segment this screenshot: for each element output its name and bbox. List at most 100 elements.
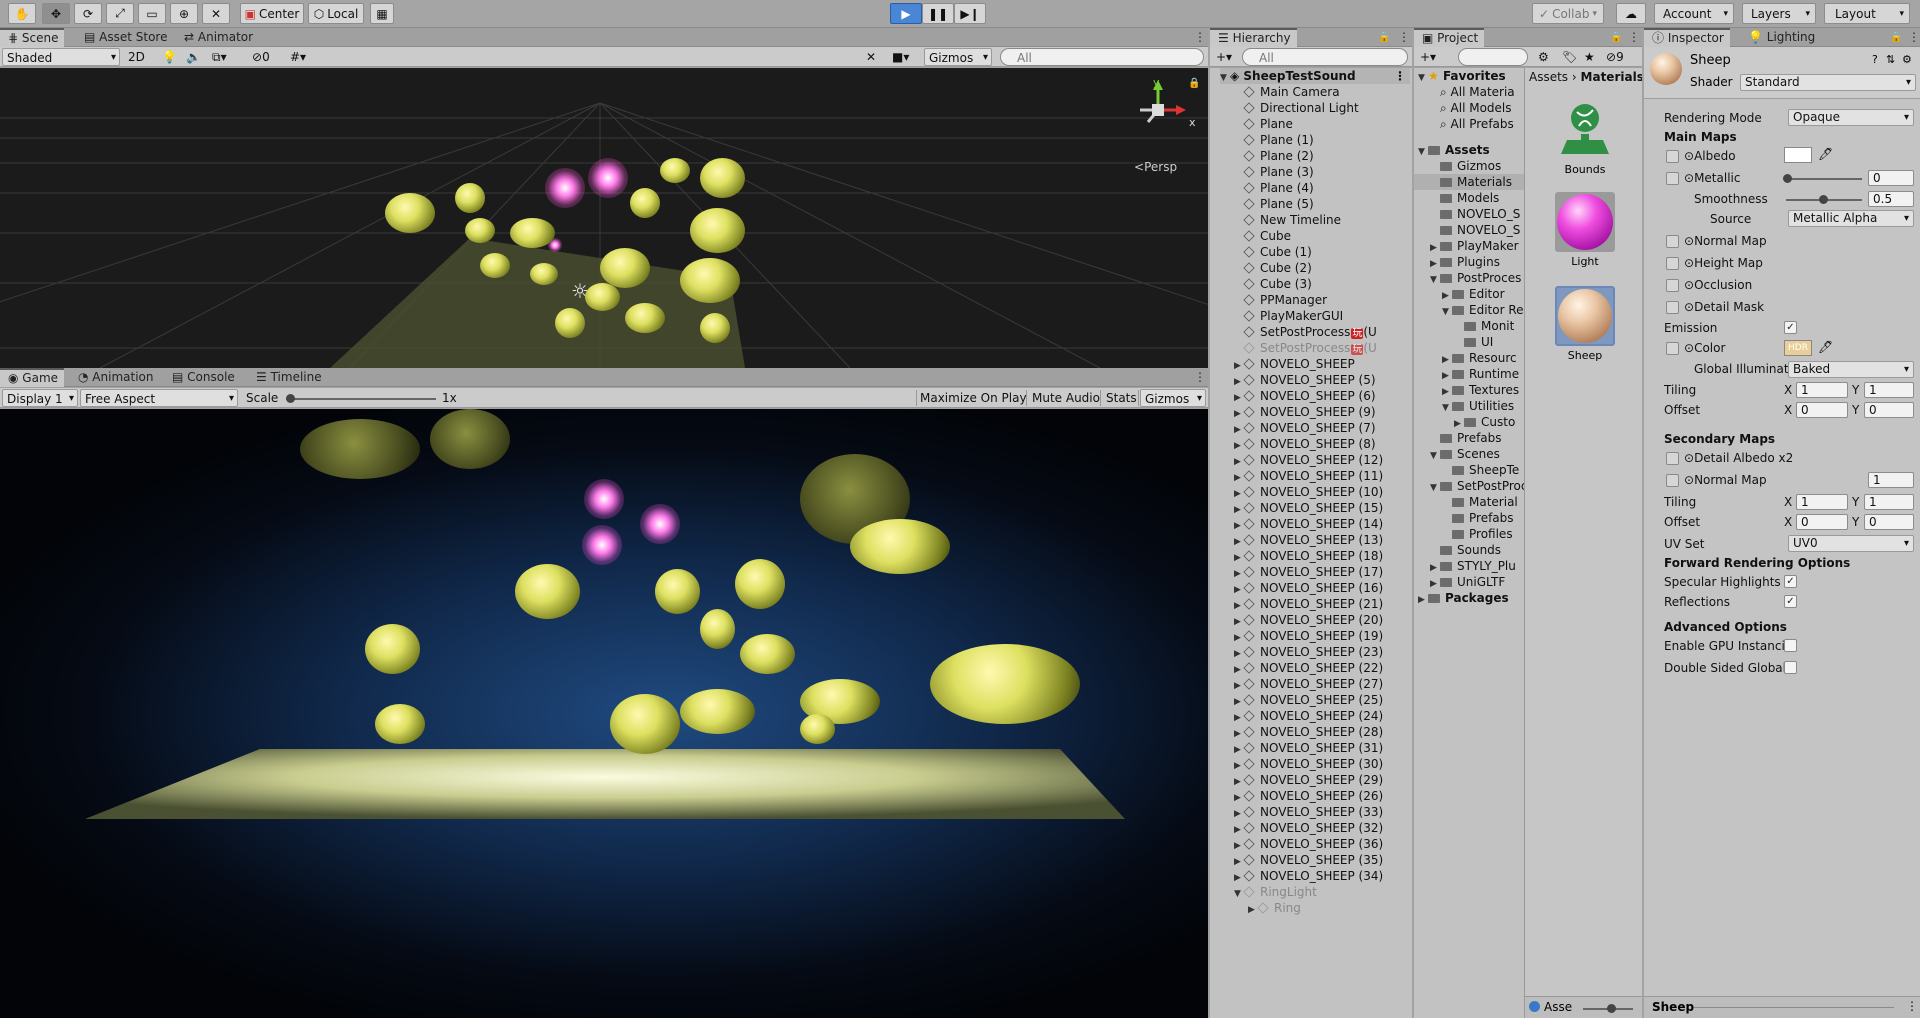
hierarchy-item[interactable]: ▶ Ring <box>1248 900 1301 916</box>
project-tree-item[interactable]: ⌕ All Models <box>1430 100 1524 116</box>
hierarchy-item[interactable]: ▶ NOVELO_SHEEP (34) <box>1234 868 1383 884</box>
tab-timeline[interactable]: ☰ Timeline <box>248 368 328 387</box>
source-dropdown[interactable]: Metallic Alpha <box>1788 210 1914 227</box>
project-tree-item[interactable]: ▶ Packages <box>1418 590 1524 606</box>
expand-down-icon[interactable]: ▼ <box>1430 272 1440 286</box>
hierarchy-item[interactable]: ▶ NOVELO_SHEEP (36) <box>1234 836 1383 852</box>
cloud-icon[interactable]: ☁ <box>1616 3 1646 24</box>
project-tree-item[interactable]: ⌕ All Prefabs <box>1430 116 1524 132</box>
project-tree-item[interactable]: ▶ Custo <box>1454 414 1524 430</box>
eyedropper-icon[interactable]: 🖊 <box>1818 147 1833 161</box>
hierarchy-item[interactable]: ▶ NOVELO_SHEEP (31) <box>1234 740 1383 756</box>
project-tree-item[interactable]: Profiles <box>1442 526 1524 542</box>
hierarchy-item[interactable]: ▶ NOVELO_SHEEP (24) <box>1234 708 1383 724</box>
toggle-2d-button[interactable]: 2D <box>128 48 148 66</box>
hierarchy-item[interactable]: ▶ NOVELO_SHEEP (5) <box>1234 372 1376 388</box>
hierarchy-item[interactable]: Plane (3) <box>1234 164 1314 180</box>
persp-toggle[interactable]: <Persp <box>1134 160 1177 174</box>
expand-right-icon[interactable]: ▶ <box>1442 384 1452 398</box>
hierarchy-item[interactable]: ▶ NOVELO_SHEEP (9) <box>1234 404 1376 420</box>
scene-menu-icon[interactable]: ⋮ <box>1186 28 1212 47</box>
albedo-label[interactable]: ⊙Albedo <box>1684 147 1736 165</box>
move-tool-icon[interactable]: ✥ <box>42 3 70 24</box>
tab-hierarchy[interactable]: ☰ Hierarchy <box>1210 28 1297 47</box>
play-button[interactable]: ▶ <box>890 3 922 24</box>
project-tree-item[interactable]: Models <box>1430 190 1524 206</box>
scene-viewport[interactable]: ☼ y x 🔒 <Persp <box>0 68 1208 368</box>
project-tree-item[interactable]: ▼ SetPostProc <box>1430 478 1524 494</box>
maximize-on-play-button[interactable]: Maximize On Play <box>920 389 1027 407</box>
albedo-color-swatch[interactable] <box>1784 147 1812 163</box>
tab-project[interactable]: ▣ Project <box>1414 28 1485 47</box>
tiling2-y-input[interactable]: 1 <box>1864 494 1914 510</box>
project-tree-item[interactable]: ▼ Assets <box>1418 142 1524 158</box>
project-tree-item[interactable]: ▶ Editor <box>1442 286 1524 302</box>
hierarchy-item[interactable]: Plane (4) <box>1234 180 1314 196</box>
inspector-preview-bar[interactable]: Sheep ⋮ <box>1644 996 1920 1018</box>
hierarchy-item[interactable]: Directional Light <box>1234 100 1359 116</box>
hierarchy-item[interactable]: Plane (1) <box>1234 132 1314 148</box>
expand-right-icon[interactable]: ▶ <box>1442 368 1452 382</box>
tiling-x-input[interactable]: 1 <box>1796 382 1848 398</box>
hierarchy-create-button[interactable]: +▾ <box>1216 48 1232 66</box>
hierarchy-item[interactable]: Cube <box>1234 228 1291 244</box>
hidden-objects-toggle[interactable]: ⊘0 <box>252 48 270 66</box>
preview-drag-handle[interactable] <box>1694 1007 1894 1008</box>
uv-set-dropdown[interactable]: UV0 <box>1788 535 1914 552</box>
gizmo-lock-icon[interactable]: 🔒 <box>1188 78 1200 89</box>
hierarchy-item[interactable]: ▶ NOVELO_SHEEP (17) <box>1234 564 1383 580</box>
tools-icon[interactable]: ✕ <box>866 48 876 66</box>
offset-x-input[interactable]: 0 <box>1796 402 1848 418</box>
project-tree-item[interactable]: Material <box>1442 494 1524 510</box>
detail-mask-label[interactable]: ⊙Detail Mask <box>1684 298 1764 316</box>
hierarchy-item[interactable]: ▶ NOVELO_SHEEP (18) <box>1234 548 1383 564</box>
account-dropdown[interactable]: Account ▾ <box>1654 3 1734 24</box>
scene-menu-icon[interactable]: ⋮ <box>1394 68 1406 84</box>
breadcrumb-assets[interactable]: Assets <box>1529 70 1568 84</box>
expand-down-icon[interactable]: ▼ <box>1234 886 1244 902</box>
scene-search-input[interactable]: All <box>1000 48 1204 66</box>
expand-right-icon[interactable]: ▶ <box>1418 592 1428 606</box>
hierarchy-item[interactable]: ▶ NOVELO_SHEEP (32) <box>1234 820 1383 836</box>
expand-right-icon[interactable]: ▶ <box>1430 560 1440 574</box>
game-gizmos-dropdown[interactable]: Gizmos <box>1140 389 1206 408</box>
pivot-center-button[interactable]: ▣ Center <box>240 3 304 24</box>
project-tree-item[interactable]: ▼ Editor Re <box>1442 302 1524 318</box>
hierarchy-item[interactable]: ▶ NOVELO_SHEEP <box>1234 356 1355 372</box>
mute-audio-button[interactable]: Mute Audio <box>1032 389 1100 407</box>
albedo-texture-slot[interactable] <box>1666 150 1679 163</box>
hierarchy-item[interactable]: Main Camera <box>1234 84 1340 100</box>
camera-dropdown-icon[interactable]: ■▾ <box>892 48 909 66</box>
expand-right-icon[interactable]: ▶ <box>1442 352 1452 366</box>
asset-light-material[interactable]: Light <box>1551 192 1619 282</box>
expand-right-icon[interactable]: ▶ <box>1454 416 1464 430</box>
hierarchy-item[interactable]: ▶ NOVELO_SHEEP (25) <box>1234 692 1383 708</box>
metallic-label[interactable]: ⊙Metallic <box>1684 169 1740 187</box>
offset-y-input[interactable]: 0 <box>1864 402 1914 418</box>
hierarchy-item[interactable]: PlayMakerGUI <box>1234 308 1343 324</box>
rotate-tool-icon[interactable]: ⟳ <box>74 3 102 24</box>
hierarchy-item[interactable]: ▶ NOVELO_SHEEP (13) <box>1234 532 1383 548</box>
height-map-label[interactable]: ⊙Height Map <box>1684 254 1763 272</box>
rendering-mode-dropdown[interactable]: Opaque <box>1788 109 1914 126</box>
hierarchy-item[interactable]: ▶ NOVELO_SHEEP (21) <box>1234 596 1383 612</box>
occlusion-slot[interactable] <box>1666 279 1679 292</box>
hidden-packages-toggle[interactable]: ⊘9 <box>1606 48 1624 66</box>
game-menu-icon[interactable]: ⋮ <box>1186 368 1212 387</box>
pivot-local-button[interactable]: ⬡ Local <box>308 3 364 24</box>
expand-down-icon[interactable]: ▼ <box>1442 304 1452 318</box>
detail-mask-slot[interactable] <box>1666 301 1679 314</box>
audio-toggle-icon[interactable]: 🔈 <box>186 48 201 66</box>
hierarchy-item[interactable]: ▶ NOVELO_SHEEP (12) <box>1234 452 1383 468</box>
asset-sheep-material[interactable]: Sheep <box>1551 286 1619 376</box>
preset-icon[interactable]: ⇅ <box>1886 53 1895 66</box>
hierarchy-item[interactable]: ▶ NOVELO_SHEEP (27) <box>1234 676 1383 692</box>
tab-lighting[interactable]: 💡 Lighting <box>1740 28 1821 47</box>
double-sided-gi-checkbox[interactable] <box>1784 661 1797 674</box>
project-tree-item[interactable]: Gizmos <box>1430 158 1524 174</box>
project-tree-item[interactable]: ▶ Plugins <box>1430 254 1524 270</box>
hierarchy-item[interactable]: PPManager <box>1234 292 1327 308</box>
emission-texture-slot[interactable] <box>1666 342 1679 355</box>
hierarchy-item[interactable]: ▶ NOVELO_SHEEP (15) <box>1234 500 1383 516</box>
search-by-type-icon[interactable]: ⚙ <box>1538 48 1549 66</box>
